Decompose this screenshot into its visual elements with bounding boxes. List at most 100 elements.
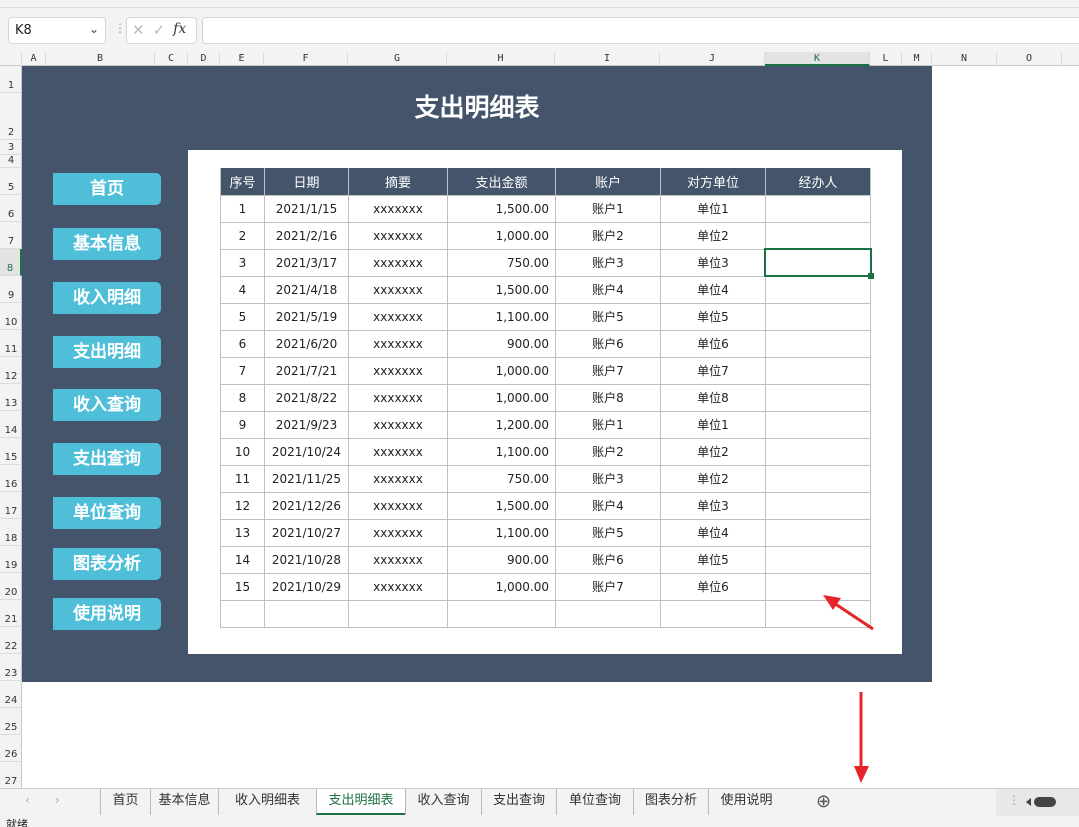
table-cell[interactable]: 账户5 — [555, 302, 661, 331]
row-header-4[interactable]: 4 — [0, 155, 22, 168]
table-cell[interactable]: 账户6 — [555, 545, 661, 574]
table-cell[interactable] — [765, 491, 871, 520]
table-cell[interactable]: 15 — [220, 572, 265, 601]
table-cell[interactable]: 账户3 — [555, 248, 661, 277]
table-cell[interactable]: 2021/3/17 — [264, 248, 349, 277]
scrollbar-thumb[interactable] — [1034, 797, 1056, 807]
table-cell[interactable]: xxxxxxx — [348, 275, 448, 304]
table-cell[interactable]: xxxxxxx — [348, 410, 448, 439]
table-cell[interactable]: 账户7 — [555, 356, 661, 385]
row-header-8[interactable]: 8 — [0, 249, 22, 276]
table-cell[interactable] — [348, 599, 448, 628]
column-header-d[interactable]: D — [188, 52, 220, 66]
row-header-17[interactable]: 17 — [0, 492, 22, 519]
column-header-l[interactable]: L — [870, 52, 902, 66]
table-cell[interactable]: 账户2 — [555, 437, 661, 466]
table-cell[interactable]: 单位4 — [660, 518, 766, 547]
table-cell[interactable]: 2021/12/26 — [264, 491, 349, 520]
row-header-21[interactable]: 21 — [0, 600, 22, 627]
table-cell[interactable]: 单位5 — [660, 545, 766, 574]
table-cell[interactable]: xxxxxxx — [348, 437, 448, 466]
table-cell[interactable]: 单位2 — [660, 221, 766, 250]
table-cell[interactable]: 单位3 — [660, 248, 766, 277]
table-cell[interactable]: 14 — [220, 545, 265, 574]
chevron-down-icon[interactable]: ⌄ — [89, 22, 99, 36]
table-cell[interactable]: 账户4 — [555, 491, 661, 520]
formula-input[interactable] — [202, 17, 1079, 44]
column-header-b[interactable]: B — [46, 52, 155, 66]
cancel-icon[interactable]: ✕ — [132, 21, 145, 40]
table-cell[interactable] — [555, 599, 661, 628]
table-cell[interactable]: 2021/10/27 — [264, 518, 349, 547]
table-cell[interactable]: 单位1 — [660, 410, 766, 439]
select-all-corner[interactable] — [0, 52, 22, 66]
table-cell[interactable]: 单位6 — [660, 329, 766, 358]
sheet-tab[interactable]: 基本信息 — [150, 789, 218, 815]
table-cell[interactable]: 2021/9/23 — [264, 410, 349, 439]
nav-button-5[interactable]: 支出查询 — [53, 443, 161, 475]
table-cell[interactable]: xxxxxxx — [348, 491, 448, 520]
table-cell[interactable]: 10 — [220, 437, 265, 466]
nav-button-4[interactable]: 收入查询 — [53, 389, 161, 421]
table-cell[interactable] — [765, 329, 871, 358]
table-cell[interactable]: 4 — [220, 275, 265, 304]
table-cell[interactable] — [765, 356, 871, 385]
table-cell[interactable]: 账户6 — [555, 329, 661, 358]
nav-button-0[interactable]: 首页 — [53, 173, 161, 205]
table-cell[interactable]: 900.00 — [447, 329, 556, 358]
table-cell[interactable]: 账户4 — [555, 275, 661, 304]
column-header-n[interactable]: N — [932, 52, 997, 66]
table-cell[interactable] — [447, 599, 556, 628]
table-cell[interactable]: 2021/5/19 — [264, 302, 349, 331]
table-cell[interactable]: 账户7 — [555, 572, 661, 601]
table-cell[interactable]: 11 — [220, 464, 265, 493]
table-cell[interactable]: 900.00 — [447, 545, 556, 574]
table-cell[interactable]: 单位3 — [660, 491, 766, 520]
table-cell[interactable] — [765, 518, 871, 547]
table-cell[interactable] — [765, 383, 871, 412]
table-cell[interactable]: 750.00 — [447, 248, 556, 277]
table-cell[interactable]: xxxxxxx — [348, 221, 448, 250]
table-cell[interactable]: 2021/6/20 — [264, 329, 349, 358]
column-header-i[interactable]: I — [555, 52, 660, 66]
selected-cell[interactable] — [764, 248, 872, 277]
table-cell[interactable] — [264, 599, 349, 628]
table-cell[interactable]: 2021/10/24 — [264, 437, 349, 466]
table-cell[interactable]: 1,500.00 — [447, 194, 556, 223]
fill-handle[interactable] — [868, 273, 874, 279]
table-cell[interactable] — [220, 599, 265, 628]
nav-button-2[interactable]: 收入明细 — [53, 282, 161, 314]
nav-button-7[interactable]: 图表分析 — [53, 548, 161, 580]
nav-button-8[interactable]: 使用说明 — [53, 598, 161, 630]
nav-button-3[interactable]: 支出明细 — [53, 336, 161, 368]
column-header-c[interactable]: C — [155, 52, 188, 66]
nav-button-6[interactable]: 单位查询 — [53, 497, 161, 529]
table-cell[interactable]: 2021/4/18 — [264, 275, 349, 304]
horizontal-scrollbar[interactable]: ⋮ — [996, 789, 1079, 816]
column-header-o[interactable]: O — [997, 52, 1062, 66]
table-cell[interactable] — [765, 545, 871, 574]
table-cell[interactable] — [765, 437, 871, 466]
column-header-e[interactable]: E — [220, 52, 264, 66]
scroll-right-icon[interactable]: › — [55, 793, 60, 807]
table-cell[interactable]: xxxxxxx — [348, 545, 448, 574]
sheet-tab[interactable]: 支出明细表 — [316, 789, 405, 815]
column-header-m[interactable]: M — [902, 52, 932, 66]
add-sheet-icon[interactable]: ⊕ — [816, 791, 831, 812]
row-header-16[interactable]: 16 — [0, 465, 22, 492]
column-header-j[interactable]: J — [660, 52, 765, 66]
row-header-23[interactable]: 23 — [0, 654, 22, 681]
table-cell[interactable]: 3 — [220, 248, 265, 277]
column-header-g[interactable]: G — [348, 52, 447, 66]
row-header-9[interactable]: 9 — [0, 276, 22, 303]
more-icon[interactable]: ⋮ — [114, 21, 126, 35]
table-cell[interactable]: 2021/1/15 — [264, 194, 349, 223]
table-cell[interactable]: 账户3 — [555, 464, 661, 493]
table-cell[interactable]: 2021/2/16 — [264, 221, 349, 250]
table-cell[interactable]: xxxxxxx — [348, 464, 448, 493]
name-box[interactable]: K8 ⌄ — [8, 17, 106, 44]
table-cell[interactable]: 2021/11/25 — [264, 464, 349, 493]
row-header-26[interactable]: 26 — [0, 735, 22, 762]
row-header-22[interactable]: 22 — [0, 627, 22, 654]
table-cell[interactable]: 750.00 — [447, 464, 556, 493]
